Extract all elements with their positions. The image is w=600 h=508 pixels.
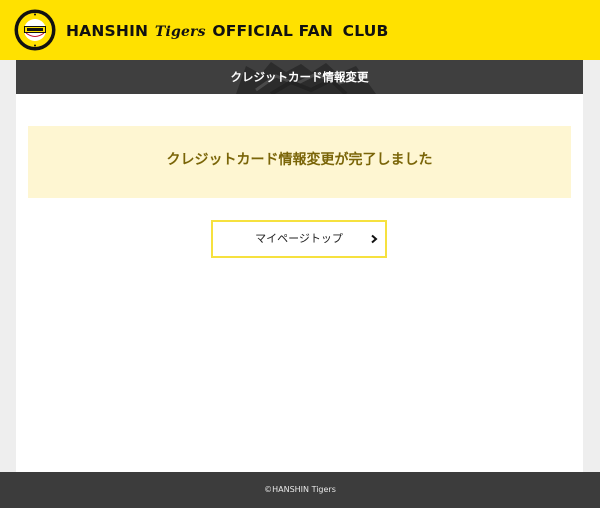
mypage-top-button[interactable]: マイページトップ bbox=[211, 220, 387, 258]
brand-tigers: Tigers bbox=[154, 24, 206, 40]
site-footer: ©HANSHIN Tigers bbox=[0, 472, 600, 508]
completion-notice: クレジットカード情報変更が完了しました bbox=[28, 126, 571, 198]
mypage-top-button-label: マイページトップ bbox=[255, 232, 343, 245]
brand-hanshin: HANSHIN bbox=[66, 22, 149, 40]
site-header: HANSHIN Tigers OFFICIAL FAN CLUB bbox=[0, 0, 600, 60]
brand-club: CLUB bbox=[342, 22, 389, 40]
page-title: クレジットカード情報変更 bbox=[230, 70, 369, 84]
hanshin-tigers-emblem-icon[interactable] bbox=[14, 9, 56, 51]
footer-copyright: ©HANSHIN Tigers bbox=[264, 485, 336, 494]
site-brand-title[interactable]: HANSHIN Tigers OFFICIAL FAN CLUB bbox=[66, 20, 389, 42]
completion-message: クレジットカード情報変更が完了しました bbox=[166, 152, 433, 168]
chevron-right-icon bbox=[371, 234, 378, 244]
page-title-bar: クレジットカード情報変更 bbox=[16, 60, 583, 94]
main-content: クレジットカード情報変更 クレジットカード情報変更が完了しました マイページトッ… bbox=[16, 60, 583, 472]
brand-official-fan: OFFICIAL FAN bbox=[212, 22, 334, 40]
